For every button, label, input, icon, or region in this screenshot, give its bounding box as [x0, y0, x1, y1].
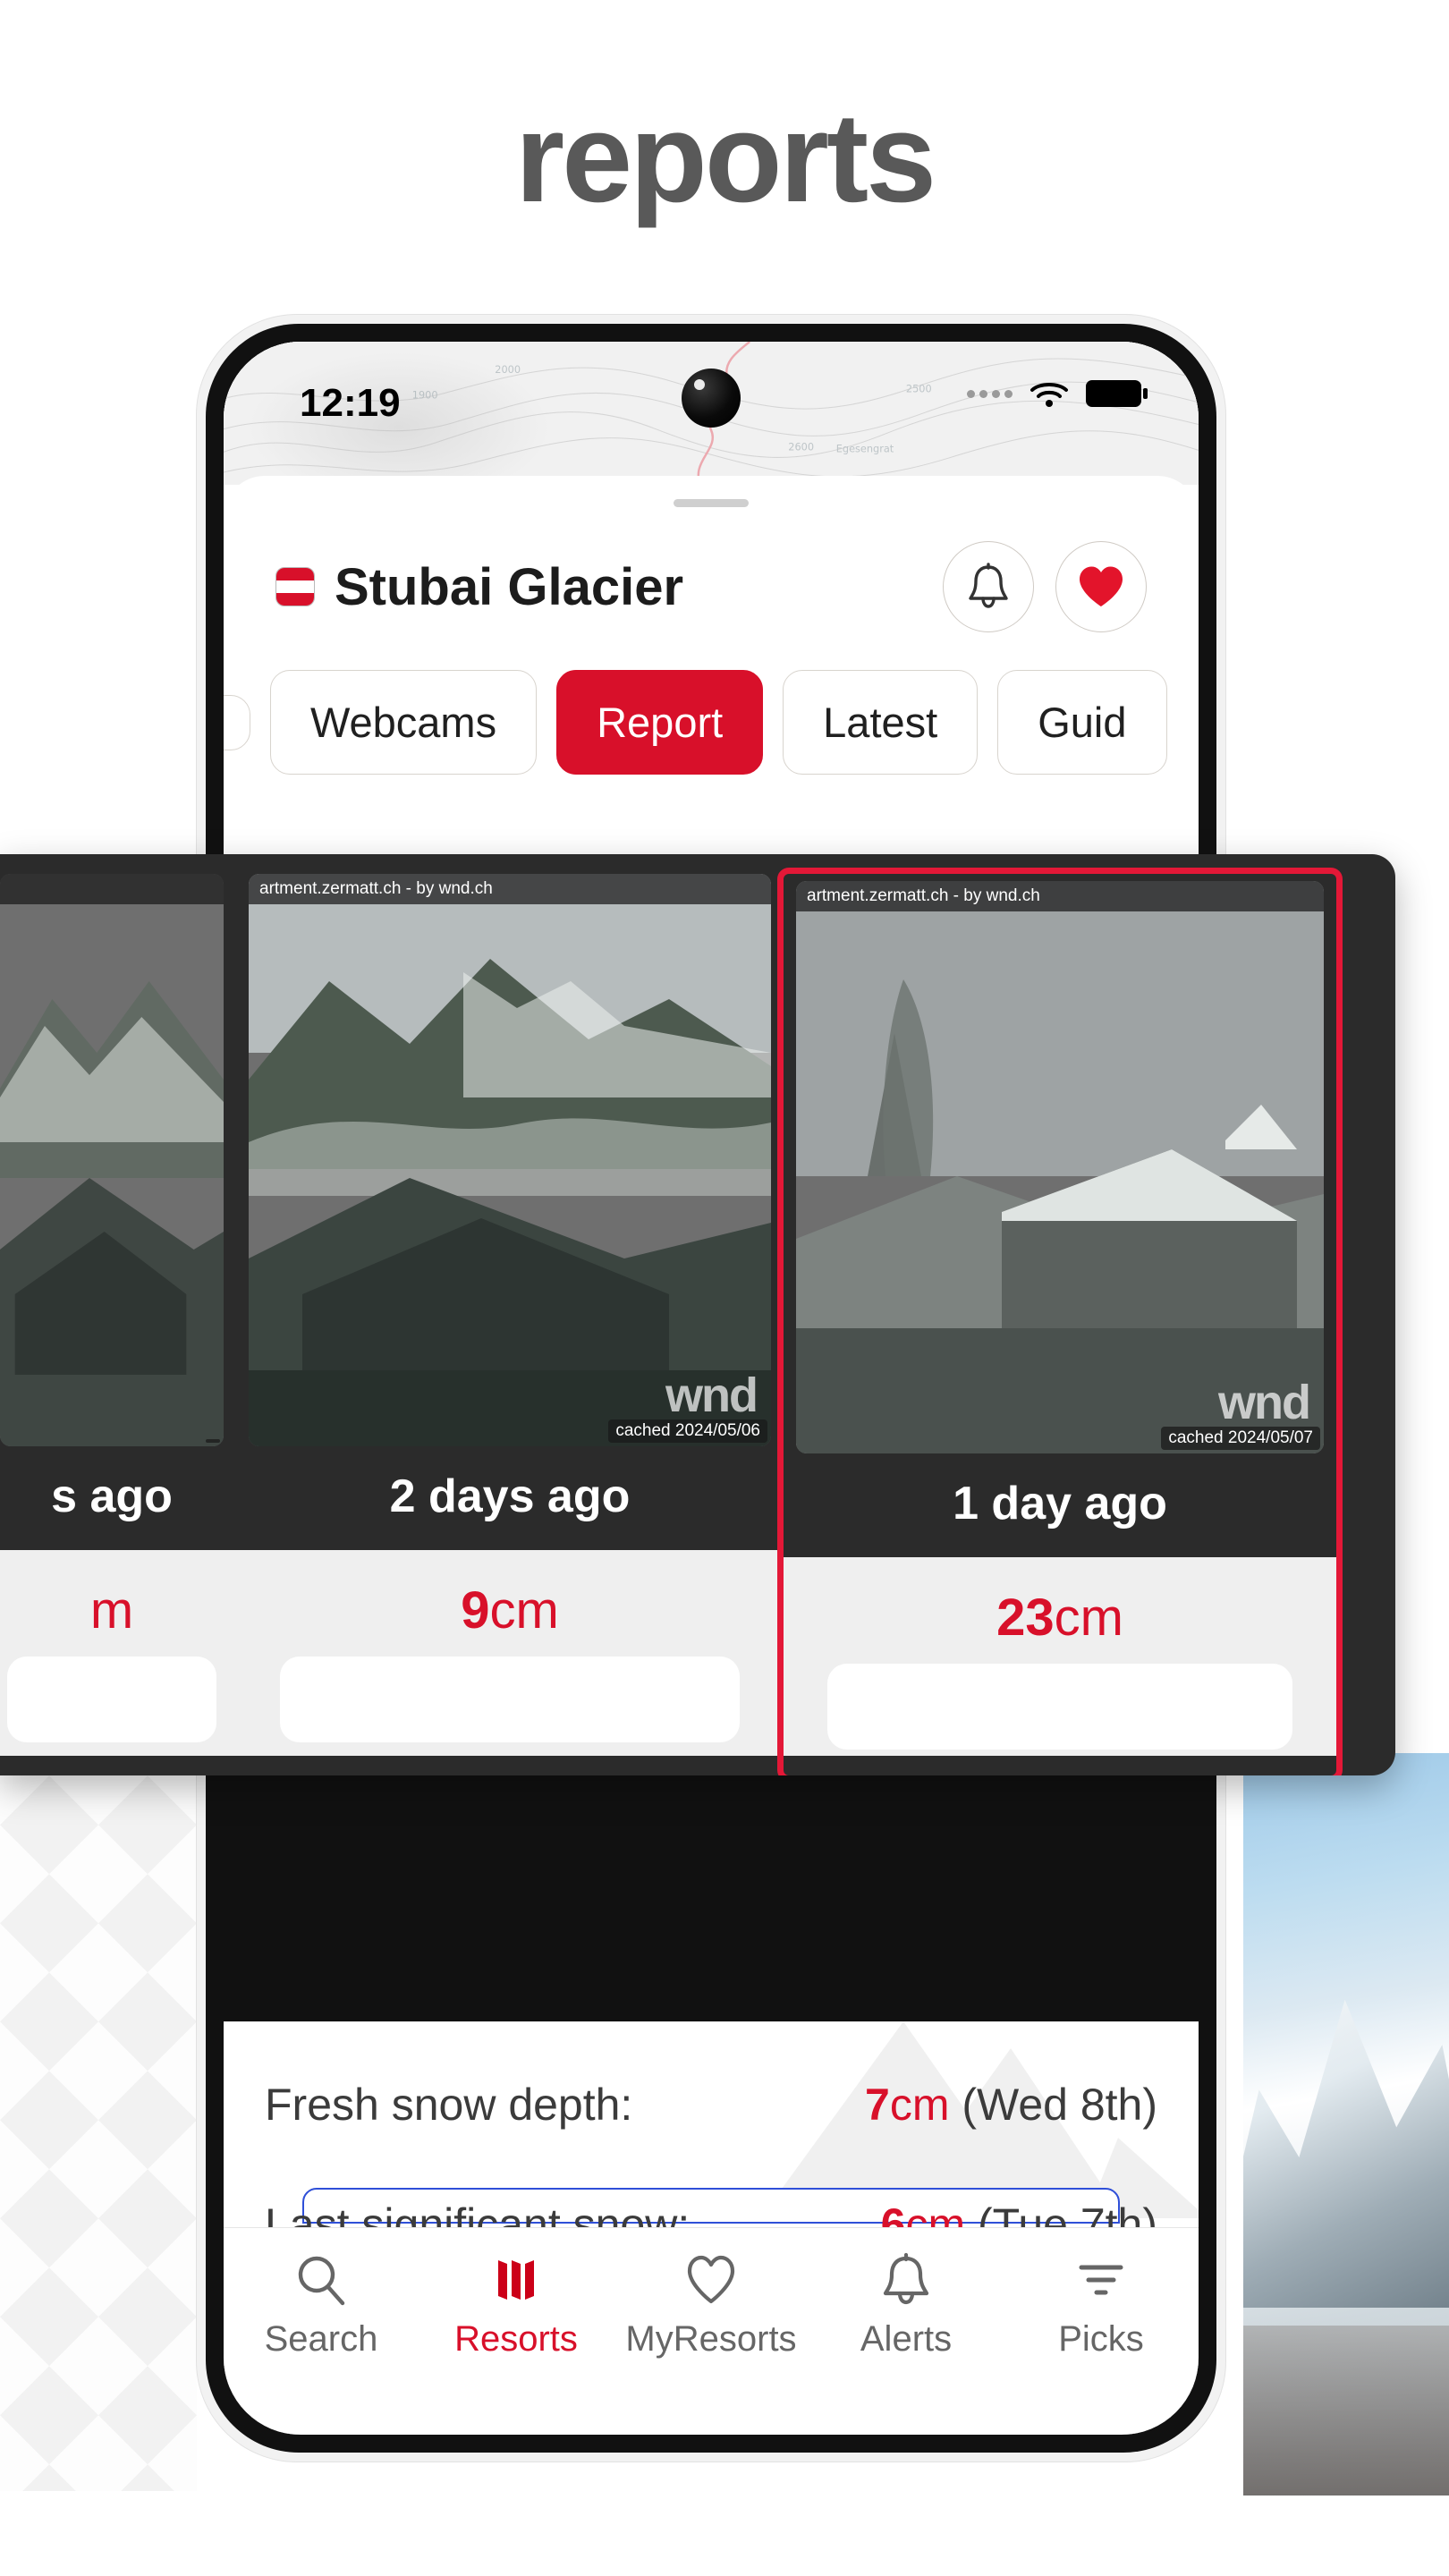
favourite-button[interactable]	[1055, 541, 1147, 632]
webcam-depth-value: m	[0, 1580, 236, 1640]
fresh-snow-depth-value: 7cm (Wed 8th)	[865, 2079, 1157, 2131]
signal-icon	[967, 389, 1013, 398]
last-significant-snow-unit: cm	[905, 2199, 966, 2227]
webcam-card-track[interactable]: s ago m artment.zermatt.ch - by wnd.ch w…	[0, 868, 1395, 1775]
fresh-snow-depth-label: Fresh snow depth:	[265, 2080, 633, 2130]
webcam-thumbnail[interactable]: artment.zermatt.ch - by wnd.ch wnd cache…	[796, 881, 1324, 1453]
bottom-navigation[interactable]: Search Resorts MyResorts Alerts Picks	[224, 2227, 1199, 2435]
webcam-thumbnail[interactable]	[0, 874, 224, 1446]
tab-previous-clipped[interactable]	[224, 694, 250, 750]
webcam-depth-unit: cm	[1054, 1589, 1123, 1647]
webcam-depth-number: 23	[996, 1589, 1055, 1647]
tab-latest[interactable]: Latest	[783, 670, 979, 775]
row-last-significant-snow: Last significant snow: 6cm (Tue 7th)	[224, 2199, 1199, 2227]
webcam-scene-icon	[249, 874, 771, 1446]
resort-header-actions	[943, 541, 1147, 632]
alerts-button[interactable]	[943, 541, 1034, 632]
last-significant-snow-value: 6cm (Tue 7th)	[881, 2199, 1157, 2227]
webcam-depth-value: 23cm	[784, 1588, 1336, 1648]
row-fresh-snow-depth: Fresh snow depth: 7cm (Wed 8th)	[224, 2079, 1199, 2131]
webcam-source-caption: artment.zermatt.ch - by wnd.ch	[796, 881, 1324, 911]
fresh-snow-depth-number: 7	[865, 2080, 890, 2130]
page-resort-name: Stubai Glacier	[335, 557, 684, 616]
webcam-scene-icon	[796, 881, 1324, 1453]
webcam-cached-label: cached 2024/05/06	[608, 1419, 767, 1443]
webcam-card[interactable]: s ago m	[0, 874, 236, 1775]
webcam-depth-cell: 23cm	[784, 1557, 1336, 1756]
bell-icon	[883, 2252, 929, 2305]
webcam-watermark: wnd	[665, 1368, 758, 1422]
background-pattern-left	[0, 1775, 197, 2491]
tab-report[interactable]: Report	[556, 670, 764, 775]
webcam-depth-cell: 9cm	[236, 1550, 784, 1756]
nav-label-picks: Picks	[1058, 2319, 1144, 2359]
webcam-cached-label	[206, 1439, 220, 1443]
webcam-scene-icon	[0, 981, 224, 1446]
tab-webcams[interactable]: Webcams	[270, 670, 538, 775]
webcam-when-label: s ago	[51, 1470, 173, 1522]
webcam-depth-pill	[279, 1657, 741, 1742]
nav-item-myresorts[interactable]: MyResorts	[622, 2251, 801, 2360]
camera-cutout	[682, 369, 741, 428]
tab-guide[interactable]: Guid	[997, 670, 1167, 775]
search-icon	[298, 2256, 345, 2306]
nav-item-search[interactable]: Search	[232, 2251, 411, 2360]
page-title: reports	[514, 87, 936, 229]
nav-item-picks[interactable]: Picks	[1012, 2251, 1191, 2360]
resort-header: Stubai Glacier	[224, 507, 1199, 632]
wifi-icon	[1030, 383, 1068, 407]
svg-text:2500: 2500	[906, 384, 932, 395]
sheet-grabber[interactable]	[674, 499, 749, 507]
svg-text:2600: 2600	[788, 441, 814, 453]
webcam-depth-unit: m	[89, 1581, 134, 1640]
resort-tab-row[interactable]: Webcams Report Latest Guid	[224, 632, 1199, 775]
last-significant-snow-number: 6	[880, 2199, 906, 2227]
nav-label-myresorts: MyResorts	[625, 2319, 797, 2359]
webcam-thumbnail[interactable]: artment.zermatt.ch - by wnd.ch wnd cache…	[249, 874, 771, 1446]
webcam-history-overlay[interactable]: s ago m artment.zermatt.ch - by wnd.ch w…	[0, 854, 1395, 1775]
map-background: 1900 2000 2500 2600 Egesengrat 12:19	[224, 342, 1199, 489]
webcam-depth-cell: m	[0, 1550, 236, 1756]
battery-icon	[1086, 380, 1148, 407]
webcam-card[interactable]: artment.zermatt.ch - by wnd.ch wnd cache…	[236, 874, 784, 1775]
webcam-source-caption	[0, 874, 224, 904]
svg-text:2000: 2000	[495, 364, 521, 376]
webcam-depth-pill	[7, 1657, 216, 1742]
status-bar-time: 12:19	[300, 381, 401, 425]
nav-label-search: Search	[264, 2319, 378, 2359]
snow-report-panel: Fresh snow depth: 7cm (Wed 8th) Last sig…	[224, 2021, 1199, 2227]
webcam-when-label: 1 day ago	[953, 1478, 1167, 1530]
nav-item-alerts[interactable]: Alerts	[817, 2251, 996, 2360]
svg-text:Egesengrat: Egesengrat	[836, 443, 894, 454]
svg-text:1900: 1900	[412, 390, 438, 402]
fresh-snow-depth-date: (Wed 8th)	[949, 2080, 1157, 2130]
resort-title-group: Stubai Glacier	[275, 557, 683, 617]
nav-item-resorts[interactable]: Resorts	[427, 2251, 606, 2360]
heart-filled-icon	[1080, 566, 1123, 606]
austria-flag-icon	[275, 567, 315, 606]
webcam-when-label: 2 days ago	[389, 1470, 631, 1522]
webcam-source-caption: artment.zermatt.ch - by wnd.ch	[249, 874, 771, 904]
resorts-icon	[498, 2260, 534, 2300]
webcam-depth-value: 9cm	[236, 1580, 784, 1640]
fresh-snow-depth-unit: cm	[889, 2080, 950, 2130]
status-bar-indicators	[967, 377, 1148, 410]
nav-label-resorts: Resorts	[454, 2319, 578, 2359]
filter-icon	[1079, 2265, 1123, 2295]
nav-label-alerts: Alerts	[860, 2319, 953, 2359]
heart-outline-icon	[687, 2255, 735, 2304]
webcam-depth-unit: cm	[489, 1581, 559, 1640]
webcam-cached-label: cached 2024/05/07	[1161, 1427, 1320, 1450]
last-significant-snow-label: Last significant snow:	[265, 2199, 691, 2227]
webcam-depth-number: 9	[461, 1581, 490, 1640]
webcam-depth-pill	[827, 1664, 1292, 1750]
background-mountain-photo	[1243, 1753, 1449, 2496]
bell-icon	[969, 563, 1008, 608]
webcam-watermark: wnd	[1218, 1376, 1311, 1429]
webcam-card-selected[interactable]: artment.zermatt.ch - by wnd.ch wnd cache…	[777, 868, 1343, 1775]
last-significant-snow-date: (Tue 7th)	[965, 2199, 1157, 2227]
